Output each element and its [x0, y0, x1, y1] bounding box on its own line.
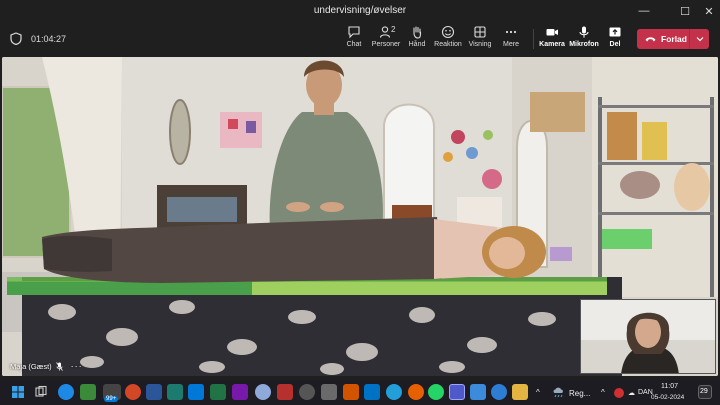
share-button[interactable]: Del [595, 25, 635, 53]
minimize-button[interactable]: — [633, 3, 655, 19]
leave-main[interactable]: Forlad [637, 34, 689, 44]
media-player-icon[interactable] [299, 384, 315, 400]
self-view-video[interactable] [580, 299, 716, 374]
pdf-app-icon[interactable] [277, 384, 293, 400]
leave-label: Forlad [661, 34, 687, 44]
store-app-icon[interactable] [470, 384, 486, 400]
mic-muted-icon [55, 361, 63, 371]
task-view-icon[interactable] [33, 384, 49, 400]
chevron-down-icon [696, 37, 703, 42]
microphone-icon [579, 26, 589, 38]
weather-text[interactable]: Reg... [569, 389, 590, 398]
teams-icon[interactable] [449, 384, 465, 400]
meeting-timer: 01:04:27 [31, 34, 67, 44]
mail-badge-count: 99+ [104, 396, 119, 402]
more-label: Mere [503, 41, 519, 48]
start-button[interactable] [10, 384, 26, 400]
mail-app-icon[interactable]: 99+ [103, 384, 121, 402]
word-icon[interactable] [146, 384, 162, 400]
participant-more-icon[interactable]: ··· [71, 361, 83, 371]
phone-hangup-icon [645, 37, 656, 42]
video-stage[interactable]: Maja (Gæst) ··· [2, 57, 718, 376]
chevron-up-icon[interactable]: ^ [536, 388, 540, 397]
camera-icon [546, 29, 558, 36]
weather-icon[interactable] [551, 384, 567, 400]
more-button[interactable]: Mere [491, 25, 531, 53]
clock-time[interactable]: 11:07 [661, 383, 678, 390]
windows-logo-icon [12, 386, 24, 398]
self-view-feed [581, 300, 715, 373]
notification-center-icon[interactable]: 29 [698, 385, 712, 399]
maximize-button[interactable]: ☐ [674, 3, 696, 19]
excel-icon[interactable] [80, 384, 96, 400]
people-count: 2 [391, 25, 396, 34]
onenote-icon[interactable] [232, 384, 248, 400]
close-window-button[interactable]: ✕ [698, 3, 720, 19]
title-bar: undervisning/øvelser — ☐ ✕ [0, 0, 720, 22]
grid-icon [474, 26, 486, 38]
zoom-icon[interactable] [491, 384, 507, 400]
hand-icon [413, 26, 422, 39]
outlook-icon[interactable] [364, 384, 380, 400]
chat-icon [348, 26, 360, 39]
share-icon [609, 27, 621, 37]
windows-taskbar: 99+ ^ Reg... ^ ☁ DAN 11:07 05-02-2024 29 [0, 380, 720, 405]
settings-app-icon[interactable] [255, 384, 271, 400]
file-explorer-icon[interactable] [512, 384, 528, 400]
participant-name: Maja (Gæst) [10, 361, 52, 371]
skype-icon[interactable] [188, 384, 204, 400]
photos-app-icon[interactable] [321, 384, 337, 400]
meeting-toolbar: 01:04:27 Chat 2 Personer Hånd Reaktion V… [0, 22, 720, 56]
participant-label: Maja (Gæst) ··· [10, 361, 83, 371]
shield-icon [10, 32, 22, 45]
smiley-icon [441, 25, 455, 39]
onedrive-icon[interactable]: ☁ [628, 389, 635, 397]
window-title: undervisning/øvelser [313, 5, 407, 16]
todo-app-icon[interactable] [343, 384, 359, 400]
more-icon [505, 30, 517, 34]
telegram-icon[interactable] [386, 384, 402, 400]
notification-count: 29 [700, 388, 708, 395]
firefox-icon[interactable] [408, 384, 424, 400]
share-label: Del [609, 41, 621, 48]
leave-button[interactable]: Forlad [637, 29, 709, 49]
tray-app-icon[interactable] [614, 388, 624, 398]
tray-chevron-icon[interactable]: ^ [601, 388, 605, 397]
clock-date[interactable]: 05-02-2024 [651, 394, 684, 401]
publisher-icon[interactable] [167, 384, 183, 400]
whatsapp-icon[interactable] [428, 384, 444, 400]
leave-options-button[interactable] [689, 29, 709, 49]
excel-app-icon[interactable] [210, 384, 226, 400]
edge-icon[interactable] [58, 384, 74, 400]
powerpoint-icon[interactable] [125, 384, 141, 400]
